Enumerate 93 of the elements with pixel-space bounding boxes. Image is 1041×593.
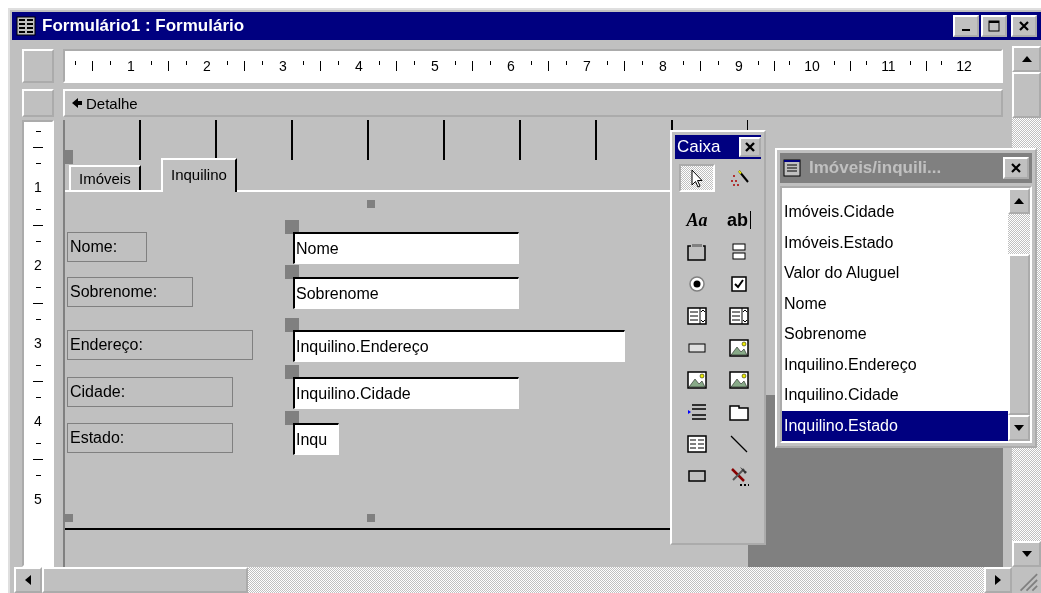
ruler-number: 12: [956, 58, 972, 74]
maximize-icon: [988, 20, 1000, 32]
close-icon: [1010, 162, 1022, 174]
text-box-control[interactable]: Sobrenome: [293, 277, 519, 309]
scroll-thumb[interactable]: [1008, 254, 1030, 415]
window-title: Formulário1 : Formulário: [42, 16, 246, 36]
tab[interactable]: Inquilino: [161, 158, 237, 192]
scroll-left-button[interactable]: [14, 567, 42, 593]
ruler-number: 8: [659, 58, 667, 74]
field-list-item[interactable]: Imóveis.Estado: [782, 227, 1008, 258]
sizing-handle[interactable]: [65, 150, 73, 164]
field-list-item[interactable]: Inquilino.Endereço: [782, 349, 1008, 380]
section-title: Detalhe: [86, 94, 138, 112]
text-box-control[interactable]: Nome: [293, 232, 519, 264]
scroll-right-button[interactable]: [984, 567, 1012, 593]
ruler-number: 6: [507, 58, 515, 74]
scroll-up-button[interactable]: [1008, 188, 1030, 214]
ruler-number: 5: [431, 58, 439, 74]
move-handle[interactable]: [285, 265, 299, 279]
list-icon: [728, 305, 750, 327]
combo-icon: [686, 305, 708, 327]
field-list-item[interactable]: Imóveis.Cidade: [782, 197, 1008, 228]
field-label[interactable]: Sobrenome:: [67, 277, 193, 307]
image-icon: [728, 337, 750, 359]
close-button[interactable]: [739, 137, 761, 157]
down-arrow-icon: [1020, 550, 1033, 558]
tab[interactable]: Imóveis: [69, 165, 141, 190]
checkbox-icon: [728, 273, 750, 295]
form-icon: [16, 16, 36, 36]
ruler-number: 5: [34, 490, 42, 507]
move-handle[interactable]: [285, 411, 299, 425]
minimize-icon: [962, 29, 970, 31]
label-tool[interactable]: Aa: [679, 206, 715, 234]
right-arrow-icon: [994, 574, 1002, 586]
subform-icon: [686, 433, 708, 455]
section-header[interactable]: Detalhe: [63, 89, 1003, 117]
text-box-control[interactable]: Inqu: [293, 423, 339, 455]
minimize-button[interactable]: [953, 15, 979, 37]
field-label[interactable]: Cidade:: [67, 377, 233, 407]
scroll-up-button[interactable]: [1012, 46, 1041, 72]
scroll-down-button[interactable]: [1012, 541, 1041, 567]
sizing-handle[interactable]: [65, 514, 73, 522]
ruler-number: 4: [355, 58, 363, 74]
close-button[interactable]: [1011, 15, 1037, 37]
move-handle[interactable]: [285, 220, 299, 234]
field-list-item[interactable]: Valor do Aluguel: [782, 258, 1008, 289]
list-icon: [783, 159, 801, 177]
ruler-number: 3: [34, 334, 42, 351]
ruler-number: 9: [735, 58, 743, 74]
option-icon: [686, 273, 708, 295]
ruler-number: 2: [34, 256, 42, 273]
field-list-item[interactable]: Inquilino.Cidade: [782, 380, 1008, 411]
textbox-tool[interactable]: ab: [721, 206, 757, 234]
scroll-thumb[interactable]: [1012, 72, 1041, 118]
field-list-item[interactable]: Inquilino.Estado: [782, 410, 1008, 441]
ruler-number: 3: [279, 58, 287, 74]
ruler-number: 1: [127, 58, 135, 74]
text-box-control[interactable]: Inquilino.Endereço: [293, 330, 625, 362]
scroll-down-button[interactable]: [1008, 415, 1030, 441]
close-icon: [744, 141, 756, 153]
scroll-thumb[interactable]: [42, 567, 248, 593]
toolbox-title: Caixa: [677, 137, 721, 157]
pointer-tool[interactable]: [679, 164, 715, 192]
option-group-icon: [686, 241, 708, 263]
left-arrow-icon: [24, 574, 32, 586]
ruler-number: 10: [804, 58, 820, 74]
move-handle[interactable]: [285, 365, 299, 379]
field-label[interactable]: Endereço:: [67, 330, 253, 360]
sizing-handle[interactable]: [367, 514, 375, 522]
field-list-item[interactable]: Nome: [782, 288, 1008, 319]
field-label[interactable]: Estado:: [67, 423, 233, 453]
ruler-number: 7: [583, 58, 591, 74]
field-list-title: Imóveis/inquili...: [809, 158, 943, 178]
ruler-number: 1: [34, 178, 42, 195]
section-marker-icon: [71, 97, 83, 109]
down-arrow-icon: [1013, 424, 1025, 432]
close-button[interactable]: [1003, 157, 1029, 179]
up-arrow-icon: [1020, 55, 1033, 63]
ruler-number: 4: [34, 412, 42, 429]
ruler-number: 2: [203, 58, 211, 74]
field-list-item[interactable]: Sobrenome: [782, 319, 1008, 350]
maximize-button[interactable]: [981, 15, 1007, 37]
close-icon: [1018, 20, 1030, 32]
up-arrow-icon: [1013, 197, 1025, 205]
sizing-handle[interactable]: [367, 200, 375, 208]
text-box-control[interactable]: Inquilino.Cidade: [293, 377, 519, 409]
ruler-corner: [22, 49, 54, 83]
move-handle[interactable]: [285, 318, 299, 332]
page-break-icon: [686, 401, 708, 423]
more-icon: [728, 465, 750, 487]
line-icon: [728, 433, 750, 455]
field-label[interactable]: Nome:: [67, 232, 147, 262]
ruler-number: 11: [881, 58, 896, 74]
